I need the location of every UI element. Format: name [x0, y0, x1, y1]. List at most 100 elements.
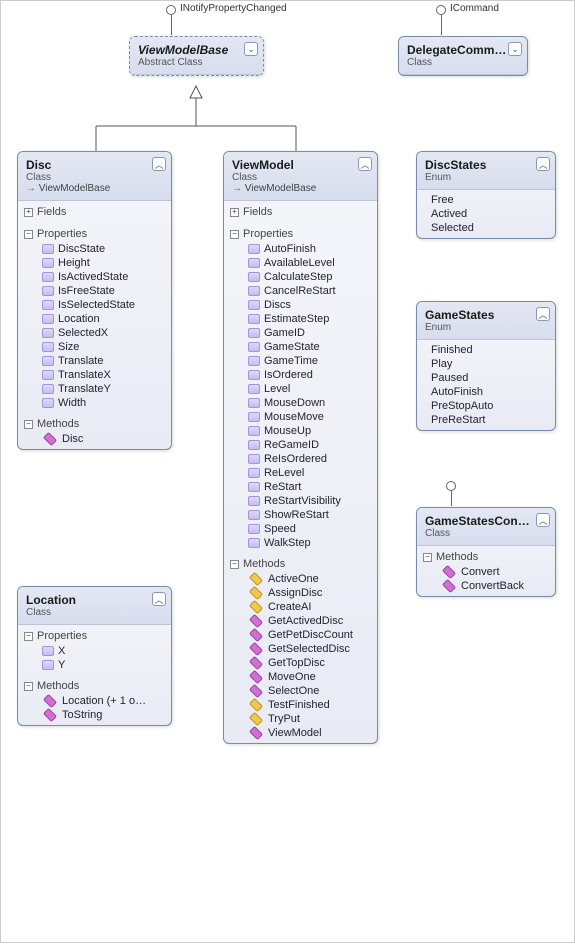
property-item[interactable]: Y — [42, 658, 165, 672]
property-item[interactable]: TranslateY — [42, 382, 165, 396]
property-item[interactable]: ReGameID — [248, 438, 371, 452]
enum-value-item[interactable]: Finished — [431, 343, 549, 357]
property-item[interactable]: Discs — [248, 298, 371, 312]
section-methods[interactable]: − Methods — [24, 416, 165, 432]
method-label: Convert — [461, 566, 500, 578]
property-item[interactable]: ReIsOrdered — [248, 452, 371, 466]
method-item[interactable]: CreateAI — [248, 600, 371, 614]
enum-value-item[interactable]: Free — [431, 193, 549, 207]
section-methods[interactable]: − Methods — [230, 556, 371, 572]
method-item[interactable]: ToString — [42, 708, 165, 722]
class-disc[interactable]: Disc Class ViewModelBase ︿ + Fields − Pr… — [17, 151, 172, 450]
property-item[interactable]: CancelReStart — [248, 284, 371, 298]
property-item[interactable]: Level — [248, 382, 371, 396]
enum-discstates[interactable]: DiscStates Enum ︿ FreeActivedSelected — [416, 151, 556, 239]
enum-value-item[interactable]: PreStopAuto — [431, 399, 549, 413]
section-methods[interactable]: − Methods — [423, 549, 549, 565]
method-item[interactable]: GetActivedDisc — [248, 614, 371, 628]
property-item[interactable]: Size — [42, 340, 165, 354]
section-properties[interactable]: − Properties — [230, 226, 371, 242]
method-item[interactable]: GetPetDiscCount — [248, 628, 371, 642]
property-item[interactable]: GameState — [248, 340, 371, 354]
property-item[interactable]: WalkStep — [248, 536, 371, 550]
property-item[interactable]: GameTime — [248, 354, 371, 368]
property-item[interactable]: ReStartVisibility — [248, 494, 371, 508]
expand-toggle[interactable]: ︿ — [152, 592, 166, 606]
class-delegatecommand[interactable]: DelegateComm… Class ⌄ — [398, 36, 528, 76]
section-fields[interactable]: + Fields — [230, 204, 371, 220]
method-label: GetActivedDisc — [268, 615, 343, 627]
property-item[interactable]: SelectedX — [42, 326, 165, 340]
class-subtitle: Class — [26, 172, 163, 183]
enum-gamestates[interactable]: GameStates Enum ︿ FinishedPlayPausedAuto… — [416, 301, 556, 431]
property-item[interactable]: ReStart — [248, 480, 371, 494]
expand-toggle[interactable]: ︿ — [536, 513, 550, 527]
enum-value-item[interactable]: Paused — [431, 371, 549, 385]
class-gamestatesconverter[interactable]: GameStatesCon… Class ︿ − Methods Convert… — [416, 507, 556, 597]
method-item[interactable]: GetSelectedDisc — [248, 642, 371, 656]
property-item[interactable]: Speed — [248, 522, 371, 536]
method-item[interactable]: TryPut — [248, 712, 371, 726]
method-item[interactable]: ActiveOne — [248, 572, 371, 586]
property-item[interactable]: IsSelectedState — [42, 298, 165, 312]
property-icon — [248, 440, 260, 450]
property-label: IsOrdered — [264, 369, 313, 381]
method-item[interactable]: TestFinished — [248, 698, 371, 712]
property-item[interactable]: X — [42, 644, 165, 658]
property-item[interactable]: MouseMove — [248, 410, 371, 424]
enum-value-item[interactable]: PreReStart — [431, 413, 549, 427]
section-methods[interactable]: − Methods — [24, 678, 165, 694]
method-item[interactable]: ConvertBack — [441, 579, 549, 593]
property-item[interactable]: IsActivedState — [42, 270, 165, 284]
property-icon — [42, 384, 54, 394]
property-item[interactable]: Translate — [42, 354, 165, 368]
property-item[interactable]: ShowReStart — [248, 508, 371, 522]
expand-toggle[interactable]: ⌄ — [244, 42, 258, 56]
enum-value-item[interactable]: Selected — [431, 221, 549, 235]
property-item[interactable]: TranslateX — [42, 368, 165, 382]
property-item[interactable]: AvailableLevel — [248, 256, 371, 270]
lollipop-stem — [451, 491, 452, 506]
expand-toggle[interactable]: ︿ — [536, 157, 550, 171]
property-item[interactable]: GameID — [248, 326, 371, 340]
enum-value-item[interactable]: Play — [431, 357, 549, 371]
property-item[interactable]: Location — [42, 312, 165, 326]
property-item[interactable]: IsOrdered — [248, 368, 371, 382]
expand-toggle[interactable]: ︿ — [358, 157, 372, 171]
property-item[interactable]: ReLevel — [248, 466, 371, 480]
property-item[interactable]: CalculateStep — [248, 270, 371, 284]
method-item[interactable]: Disc — [42, 432, 165, 446]
method-item[interactable]: Location (+ 1 o… — [42, 694, 165, 708]
property-item[interactable]: Width — [42, 396, 165, 410]
enum-value-item[interactable]: AutoFinish — [431, 385, 549, 399]
expand-toggle[interactable]: ⌄ — [508, 42, 522, 56]
class-header: GameStatesCon… Class ︿ — [417, 508, 555, 546]
class-location[interactable]: Location Class ︿ − Properties XY − Metho… — [17, 586, 172, 726]
class-base: ViewModelBase — [26, 183, 163, 194]
enum-value-item[interactable]: Actived — [431, 207, 549, 221]
property-item[interactable]: DiscState — [42, 242, 165, 256]
class-subtitle: Enum — [425, 172, 547, 183]
property-label: CancelReStart — [264, 285, 336, 297]
method-icon — [249, 600, 263, 614]
property-item[interactable]: MouseUp — [248, 424, 371, 438]
section-fields[interactable]: + Fields — [24, 204, 165, 220]
method-icon — [249, 614, 263, 628]
method-item[interactable]: Convert — [441, 565, 549, 579]
property-item[interactable]: Height — [42, 256, 165, 270]
section-properties[interactable]: − Properties — [24, 628, 165, 644]
expand-toggle[interactable]: ︿ — [152, 157, 166, 171]
method-item[interactable]: ViewModel — [248, 726, 371, 740]
method-item[interactable]: SelectOne — [248, 684, 371, 698]
class-viewmodelbase[interactable]: ViewModelBase Abstract Class ⌄ — [129, 36, 264, 76]
expand-toggle[interactable]: ︿ — [536, 307, 550, 321]
property-item[interactable]: AutoFinish — [248, 242, 371, 256]
property-item[interactable]: MouseDown — [248, 396, 371, 410]
method-item[interactable]: GetTopDisc — [248, 656, 371, 670]
method-item[interactable]: AssignDisc — [248, 586, 371, 600]
property-item[interactable]: EstimateStep — [248, 312, 371, 326]
section-properties[interactable]: − Properties — [24, 226, 165, 242]
property-item[interactable]: IsFreeState — [42, 284, 165, 298]
class-viewmodel[interactable]: ViewModel Class ViewModelBase ︿ + Fields… — [223, 151, 378, 744]
method-item[interactable]: MoveOne — [248, 670, 371, 684]
